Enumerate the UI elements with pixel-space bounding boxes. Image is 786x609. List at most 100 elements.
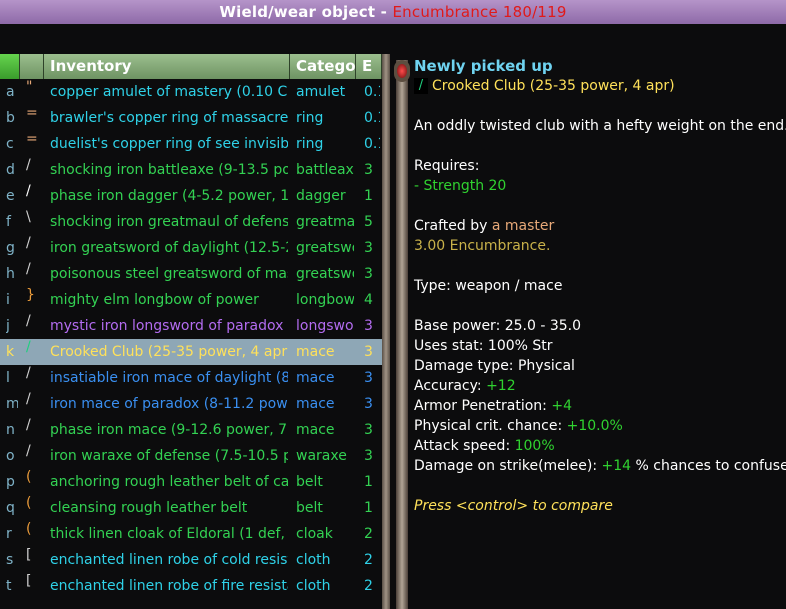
inventory-row[interactable]: f \ shocking iron greatmaul of defense (gr… — [0, 209, 382, 235]
item-category: greatswo — [296, 266, 354, 282]
item-name: iron waraxe of defense (7.5-10.5 powe — [50, 448, 288, 464]
item-encumbrance: 5 — [364, 214, 373, 230]
item-letter: i — [6, 292, 10, 308]
item-encumbrance: 3 — [364, 266, 373, 282]
on-strike-label: Damage on strike(melee): — [414, 458, 602, 474]
item-category: cloak — [296, 526, 333, 542]
on-strike-suffix: % chances to confuse — [631, 458, 786, 474]
inventory-panel: Inventory Catego E a " copper amulet of ma… — [0, 54, 382, 599]
item-name: phase iron dagger (4-5.2 power, 11 apr — [50, 188, 288, 204]
item-encumbrance: 3.00 Encumbrance. — [414, 238, 551, 254]
item-symbol-icon: / — [26, 157, 31, 173]
encumbrance-indicator: Encumbrance 180/119 — [392, 3, 567, 21]
item-symbol-icon: / — [26, 391, 31, 407]
inventory-row[interactable]: a " copper amulet of mastery (0.10 Chro amu… — [0, 79, 382, 105]
item-category: mace — [296, 370, 335, 386]
item-name: copper amulet of mastery (0.10 Chro — [50, 84, 288, 100]
item-encumbrance: 0.1 — [364, 110, 380, 126]
inventory-row[interactable]: s [enchanted linen robe of cold resistan c… — [0, 547, 382, 573]
item-symbol-icon: / — [26, 417, 31, 433]
symbol-column-header[interactable] — [20, 54, 44, 79]
armor-penetration-line: Armor Penetration: +4 — [414, 396, 784, 416]
inventory-row[interactable]: o / iron waraxe of defense (7.5-10.5 powe w… — [0, 443, 382, 469]
inventory-row[interactable]: l / insatiable iron mace of daylight (8-11… — [0, 365, 382, 391]
item-name: phase iron mace (9-12.6 power, 7 apr) — [50, 422, 288, 438]
armor-penetration-value: +4 — [551, 398, 572, 414]
item-symbol-icon: = — [26, 105, 38, 121]
inventory-row[interactable]: m / iron mace of paradox (8-11.2 power, 2 m… — [0, 391, 382, 417]
item-symbol-icon: / — [26, 339, 31, 355]
item-encumbrance: 3 — [364, 318, 373, 334]
accuracy-label: Accuracy: — [414, 378, 487, 394]
item-symbol-icon: " — [26, 79, 33, 95]
item-letter: o — [6, 448, 15, 464]
item-symbol-icon: / — [26, 443, 31, 459]
panel-divider — [394, 60, 410, 609]
item-category: longswo — [296, 318, 354, 334]
item-category: waraxe — [296, 448, 347, 464]
on-strike-line: Damage on strike(melee): +14 % chances t… — [414, 456, 786, 476]
item-encumbrance: 3 — [364, 240, 373, 256]
inventory-row[interactable]: e / phase iron dagger (4-5.2 power, 11 apr… — [0, 183, 382, 209]
item-category: greatmau — [296, 214, 354, 230]
item-letter: p — [6, 474, 15, 490]
item-letter: l — [6, 370, 10, 386]
inventory-row[interactable]: r (thick linen cloak of Eldoral (1 def, 0… — [0, 521, 382, 547]
inventory-row[interactable]: i} mighty elm longbow of power longbow 4 — [0, 287, 382, 313]
item-category: greatswo — [296, 240, 354, 256]
item-letter: k — [6, 344, 15, 360]
inventory-row[interactable]: d / shocking iron battleaxe (9-13.5 power,… — [0, 157, 382, 183]
attack-speed-value: 100% — [514, 438, 555, 454]
inventory-row[interactable]: k / Crooked Club (25-35 power, 4 apr) mace 3 — [0, 339, 382, 365]
item-title-line: / Crooked Club (25-35 power, 4 apr) — [414, 76, 784, 96]
item-encumbrance: 3 — [364, 448, 373, 464]
item-name: iron greatsword of daylight (12.5-20 po — [50, 240, 288, 256]
item-name: shocking iron battleaxe (9-13.5 power, — [50, 162, 288, 178]
item-category: cloth — [296, 578, 331, 594]
inventory-row[interactable]: c = duelist's copper ring of see invisible… — [0, 131, 382, 157]
category-column-header[interactable]: Catego — [290, 54, 356, 79]
select-column-header[interactable] — [0, 54, 20, 79]
item-detail-panel: Newly picked up / Crooked Club (25-35 pow… — [414, 56, 786, 516]
item-letter: d — [6, 162, 15, 178]
inventory-row[interactable]: n / phase iron mace (9-12.6 power, 7 apr) m… — [0, 417, 382, 443]
item-letter: e — [6, 188, 15, 204]
item-category: mace — [296, 344, 335, 360]
item-name: Crooked Club (25-35 power, 4 apr) — [50, 344, 288, 360]
item-encumbrance: 3 — [364, 344, 373, 360]
item-letter: f — [6, 214, 11, 230]
item-name: thick linen cloak of Eldoral (1 def, 0 a — [50, 526, 288, 542]
crafted-by-line: Crafted by a master — [414, 216, 784, 236]
inventory-row[interactable]: q (cleansing rough leather belt belt 1 — [0, 495, 382, 521]
inventory-row[interactable]: g / iron greatsword of daylight (12.5-20 p… — [0, 235, 382, 261]
newly-picked-up-heading: Newly picked up — [414, 57, 553, 75]
inventory-column-header[interactable]: Inventory — [44, 54, 290, 79]
item-letter: r — [6, 526, 12, 542]
armor-penetration-label: Armor Penetration: — [414, 398, 552, 414]
item-name: mighty elm longbow of power — [50, 292, 259, 308]
item-encumbrance: 3 — [364, 370, 373, 386]
item-name: insatiable iron mace of daylight (8-11.2 — [50, 370, 288, 386]
inventory-row[interactable]: j / mystic iron longsword of paradox (5 lon… — [0, 313, 382, 339]
inventory-row[interactable]: b = brawler's copper ring of massacre (+ ri… — [0, 105, 382, 131]
inventory-row[interactable]: h / poisonous steel greatsword of massa gre… — [0, 261, 382, 287]
inventory-row[interactable]: t [enchanted linen robe of fire resistanc… — [0, 573, 382, 599]
item-symbol-icon: [ — [26, 547, 32, 563]
item-category: mace — [296, 396, 335, 412]
inventory-row[interactable]: p (anchoring rough leather belt of carr be… — [0, 469, 382, 495]
item-letter: q — [6, 500, 15, 516]
gem-icon — [397, 64, 407, 78]
item-letter: t — [6, 578, 12, 594]
item-encumbrance: 4 — [364, 292, 373, 308]
item-letter: b — [6, 110, 15, 126]
inventory-scrollbar[interactable] — [382, 54, 390, 609]
item-encumbrance: 1 — [364, 500, 373, 516]
crit-chance-line: Physical crit. chance: +10.0% — [414, 416, 784, 436]
encumbrance-column-header[interactable]: E — [356, 54, 382, 79]
item-description: An oddly twisted club with a hefty weigh… — [414, 118, 786, 134]
item-category: belt — [296, 500, 323, 516]
item-symbol-icon: / — [26, 183, 31, 199]
item-encumbrance: 3 — [364, 422, 373, 438]
item-symbol-icon: [ — [26, 573, 32, 589]
on-strike-value: +14 — [601, 458, 632, 474]
